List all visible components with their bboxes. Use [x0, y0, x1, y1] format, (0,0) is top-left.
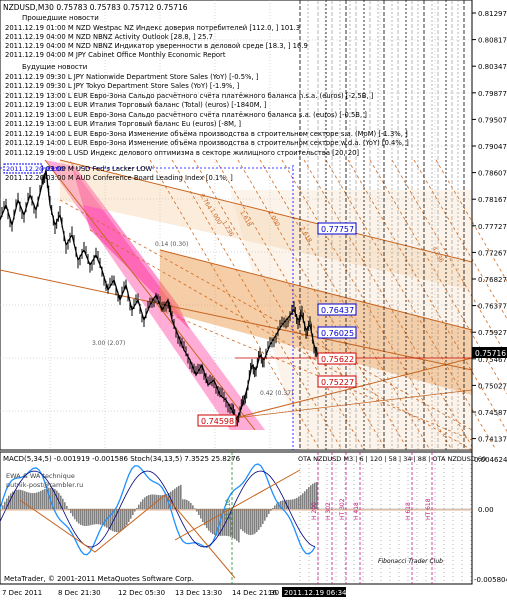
- price-axis-label: 0.78607: [478, 170, 507, 178]
- cycle-label: H 618: [405, 502, 412, 520]
- price-tag-3: 0.76025: [321, 329, 354, 338]
- signature: Fibonacci Trader Club: [378, 558, 443, 565]
- fib-label-1: 0.14 (0.30): [155, 241, 188, 248]
- price-axis-label: 0.78167: [478, 196, 507, 204]
- price-axis-label: 0.77727: [478, 223, 507, 231]
- news-item: 2011.12.19 14:00 L EUR Евро-Зона Изменен…: [5, 130, 408, 138]
- news-item: 2011.12.19 19:00 L USD Индекс делового о…: [5, 149, 359, 157]
- price-axis-label: 0.80347: [478, 63, 507, 71]
- price-axis-label: 0.75927: [478, 329, 507, 337]
- news-item: 2011.12.19 13:00 L EUR Евро-Зона Сальдо …: [5, 111, 367, 119]
- watermark-line-2: putnik-post@rambler.ru: [6, 481, 83, 489]
- price-tag-5: 0.75227: [321, 378, 354, 387]
- chart-canvas[interactable]: 0.77757 0.76437 0.76025 0.75622 0.75227 …: [0, 0, 507, 600]
- time-label: 12 Dec 05:30: [118, 589, 165, 597]
- cycle-label: H 302: [325, 502, 332, 520]
- price-axis-label: 0.79507: [478, 116, 507, 124]
- price-axis-label: 0.79047: [478, 143, 507, 151]
- news-item: 2011.12.19 14:00 L EUR Евро-Зона Изменен…: [5, 139, 409, 147]
- news-item: 2011.12.19 04:00 M JPY Cabinet Office Mo…: [5, 51, 226, 59]
- time-label: 8 Dec 21:30: [58, 589, 101, 597]
- price-tag-2: 0.76437: [321, 306, 354, 315]
- news-future-title: Будущие новости: [22, 63, 87, 71]
- price-axis-label: 0.76377: [478, 303, 507, 311]
- indicator-tags: OTA NZDUSD M3 | 6 | 120 | 58 | 34 | 88 |…: [298, 455, 486, 463]
- watermark-line-1: EWA & WA technique: [6, 472, 75, 480]
- price-tag-1: 0.77757: [321, 225, 354, 234]
- news-item: 2011.12.19 09:30 L JPY Tokyo Department …: [5, 82, 240, 90]
- price-axis-label: 0.81297: [478, 10, 507, 18]
- news-item: 2011.12.20 03:00 M AUD Conference Board …: [5, 174, 233, 182]
- indicator-axis-bottom: -0.005804: [474, 576, 507, 584]
- price-tag-4: 0.75622: [321, 355, 354, 364]
- price-axis-label: 0.75027: [478, 382, 507, 390]
- fib-label-3: 0.42 (0.37): [260, 390, 293, 397]
- indicator-axis-zero: 0.00: [478, 506, 494, 514]
- news-item: 2011.12.19 13:00 L EUR Италия Торговый б…: [5, 120, 241, 128]
- indicator-header: MACD(5,34,5) -0.001919 -0.001586 Stoch(3…: [3, 455, 241, 463]
- price-axis-label: 0.77267: [478, 249, 507, 257]
- price-axis-label: 0.76827: [478, 276, 507, 284]
- news-item: 2011.12.19 01:00 M NZD Westpac NZ Индекс…: [5, 24, 300, 32]
- chart-header: NZDUSD,M30 0.75783 0.75783 0.75712 0.757…: [3, 3, 188, 12]
- news-time-box-label: 2011.12.20 03:00: [6, 165, 64, 173]
- price-tag-6: 0.74598: [201, 417, 234, 426]
- news-item: 2011.12.19 09:30 L JPY Nationwide Depart…: [5, 73, 259, 81]
- price-axis-label: 0.80817: [478, 37, 507, 45]
- time-label: 16: [268, 589, 277, 597]
- current-price-label: 0.75716: [475, 349, 506, 358]
- cycle-label: 11 110: [225, 499, 232, 520]
- price-axis-label: 0.79877: [478, 90, 507, 98]
- news-item: 2011.12.19 13:00 L EUR Евро-Зона Сальдо …: [5, 92, 374, 100]
- news-item: 2011.12.19 04:00 M NZD NBNZ Индикатор ув…: [5, 42, 308, 50]
- time-label: 7 Dec 2011: [2, 589, 42, 597]
- news-item: 2011.12.19 13:00 L EUR Италия Торговый б…: [5, 101, 267, 109]
- terminal-window: 0.77757 0.76437 0.76025 0.75622 0.75227 …: [0, 0, 507, 600]
- price-axis-label: 0.74137: [478, 436, 507, 444]
- copyright: MetaTrader, © 2001-2011 MetaQuotes Softw…: [4, 575, 194, 583]
- news-past-title: Прошедшие новости: [22, 14, 99, 22]
- indicator-axis-top: 0.004624: [474, 456, 507, 464]
- time-label: 13 Dec 13:30: [175, 589, 222, 597]
- cycle-label: H 200: [311, 502, 318, 520]
- fib-label-2: 3.00 (2.07): [92, 340, 125, 347]
- price-axis-label: 0.74587: [478, 409, 507, 417]
- time-highlight: 2011.12.19 06:34: [284, 589, 347, 597]
- news-item: 2011.12.19 04:00 M NZD NBNZ Activity Out…: [5, 33, 213, 41]
